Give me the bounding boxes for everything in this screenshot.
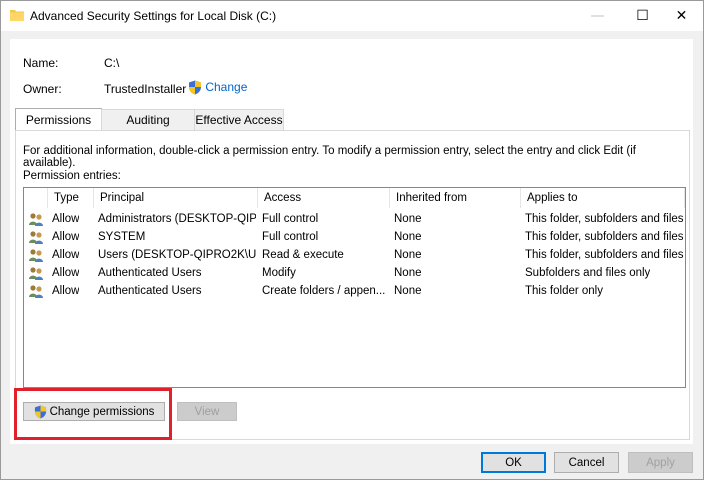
table-row[interactable]: Allow Authenticated Users Modify None Su… <box>24 264 685 282</box>
row-inherited: None <box>394 285 422 297</box>
dialog-content: Name: C:\ Owner: TrustedInstaller Change… <box>10 39 693 444</box>
row-principal: SYSTEM <box>98 231 146 243</box>
ok-label: OK <box>505 456 522 469</box>
name-value: C:\ <box>104 56 120 70</box>
window-title: Advanced Security Settings for Local Dis… <box>30 9 277 23</box>
users-icon <box>29 213 43 226</box>
row-inherited: None <box>394 249 422 261</box>
tab-permissions-label: Permissions <box>25 113 92 127</box>
uac-shield-icon <box>189 80 201 95</box>
close-icon: ✕ <box>675 8 688 24</box>
tab-auditing-label: Auditing <box>126 113 170 127</box>
row-access: Modify <box>262 267 296 279</box>
tab-effective-access[interactable]: Effective Access <box>194 109 284 130</box>
cancel-button[interactable]: Cancel <box>554 452 619 473</box>
row-inherited: None <box>394 267 422 279</box>
row-applies: Subfolders and files only <box>525 267 651 279</box>
permission-entries-list[interactable]: Type Principal Access Inherited from App… <box>23 187 686 388</box>
row-applies: This folder only <box>525 285 603 297</box>
row-principal: Administrators (DESKTOP-QIP... <box>98 213 256 225</box>
cancel-label: Cancel <box>568 456 605 469</box>
apply-button[interactable]: Apply <box>628 452 693 473</box>
highlight-box <box>14 388 172 440</box>
column-principal[interactable]: Principal <box>94 188 258 208</box>
row-inherited: None <box>394 213 422 225</box>
close-button[interactable]: ✕ <box>659 1 703 31</box>
row-applies: This folder, subfolders and files <box>525 249 684 261</box>
ok-button[interactable]: OK <box>481 452 546 473</box>
row-access: Full control <box>262 231 319 243</box>
permission-entries-label: Permission entries: <box>23 170 121 182</box>
folder-icon <box>10 10 24 21</box>
column-type[interactable]: Type <box>48 188 94 208</box>
maximize-icon: ☐ <box>636 8 649 24</box>
row-type: Allow <box>52 213 80 225</box>
row-access: Full control <box>262 213 319 225</box>
row-applies: This folder, subfolders and files <box>525 231 684 243</box>
column-inherited-from[interactable]: Inherited from <box>390 188 521 208</box>
permissions-description: For additional information, double-click… <box>23 145 636 169</box>
row-principal: Authenticated Users <box>98 285 202 297</box>
view-label: View <box>194 405 220 418</box>
users-icon <box>29 267 43 280</box>
users-icon <box>29 249 43 262</box>
advanced-security-window: Advanced Security Settings for Local Dis… <box>0 0 704 480</box>
row-principal: Authenticated Users <box>98 267 202 279</box>
table-row[interactable]: Allow Users (DESKTOP-QIPRO2K\Us... Read … <box>24 246 685 264</box>
title-bar: Advanced Security Settings for Local Dis… <box>1 1 703 31</box>
row-type: Allow <box>52 249 80 261</box>
row-type: Allow <box>52 231 80 243</box>
users-icon <box>29 231 43 244</box>
name-label: Name: <box>23 56 59 70</box>
tab-auditing[interactable]: Auditing <box>101 109 195 130</box>
minimize-icon: — <box>590 8 605 24</box>
view-button[interactable]: View <box>177 402 237 421</box>
change-link-text[interactable]: Change <box>205 80 247 94</box>
row-access: Create folders / appen... <box>262 285 386 297</box>
tab-effective-access-label: Effective Access <box>195 113 283 127</box>
row-inherited: None <box>394 231 422 243</box>
row-principal: Users (DESKTOP-QIPRO2K\Us... <box>98 249 256 261</box>
row-type: Allow <box>52 267 80 279</box>
owner-label: Owner: <box>23 82 62 96</box>
table-row[interactable]: Allow Administrators (DESKTOP-QIP... Ful… <box>24 210 685 228</box>
column-access[interactable]: Access <box>258 188 390 208</box>
tab-permissions[interactable]: Permissions <box>15 108 102 131</box>
row-access: Read & execute <box>262 249 344 261</box>
row-applies: This folder, subfolders and files <box>525 213 684 225</box>
table-row[interactable]: Allow SYSTEM Full control None This fold… <box>24 228 685 246</box>
table-row[interactable]: Allow Authenticated Users Create folders… <box>24 282 685 300</box>
minimize-button[interactable]: — <box>575 1 620 31</box>
change-owner-link[interactable]: Change <box>188 80 247 95</box>
column-applies-to[interactable]: Applies to <box>521 188 685 208</box>
row-type: Allow <box>52 285 80 297</box>
column-icon <box>24 188 48 208</box>
users-icon <box>29 285 43 298</box>
apply-label: Apply <box>646 456 675 469</box>
owner-value: TrustedInstaller <box>104 82 187 96</box>
